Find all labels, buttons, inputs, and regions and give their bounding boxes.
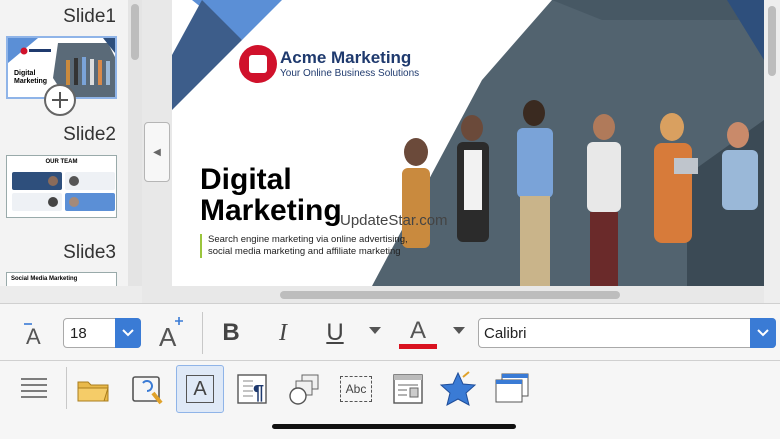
font-color-icon[interactable]: A	[398, 314, 438, 352]
brand-subtitle: Your Online Business Solutions	[280, 68, 420, 79]
formatting-toolbar: A 18 A B I U A Calibri	[0, 303, 780, 361]
font-color-dropdown-icon[interactable]	[450, 322, 468, 340]
plus-circle-icon[interactable]	[44, 84, 76, 116]
menu-lines-icon[interactable]	[10, 365, 58, 413]
font-name-value: Calibri	[484, 325, 527, 342]
underline-icon[interactable]: U	[318, 316, 352, 350]
brand-title: Acme Marketing	[280, 48, 412, 67]
spelling-label: Abc	[340, 376, 372, 402]
slide-thumbnail-1-title: Digital Marketing	[14, 70, 48, 85]
subtext-line-2: social media marketing and affiliate mar…	[208, 246, 401, 257]
text-box-icon[interactable]: A	[176, 365, 224, 413]
slide-label-1: Slide1	[63, 6, 116, 27]
paragraph-icon[interactable]: ¶	[228, 365, 276, 413]
svg-text:A: A	[159, 322, 177, 349]
watermark-text: UpdateStar.com	[340, 212, 448, 229]
font-name-dropdown-button[interactable]	[750, 318, 776, 348]
slide-thumbnail-3-title: Social Media Marketing	[11, 276, 78, 282]
svg-text:¶: ¶	[253, 382, 264, 404]
slide-panel: Slide1 Digital Marketing Slide2 OUR TEAM…	[0, 0, 128, 286]
slide-subtext[interactable]: Search engine marketing via online adver…	[200, 234, 410, 258]
slide-label-3: Slide3	[63, 242, 116, 263]
svg-text:A: A	[26, 324, 41, 348]
headline-line-1: Digital	[200, 163, 292, 196]
chevron-down-icon	[122, 329, 134, 337]
slide-thumbnail-2[interactable]: OUR TEAM	[6, 155, 117, 218]
chevron-left-icon: ◀	[153, 146, 161, 158]
slide-editor[interactable]: Acme Marketing Your Online Business Solu…	[172, 0, 764, 286]
slide-sorter-icon[interactable]	[488, 365, 536, 413]
slide-panel-scrollbar[interactable]	[128, 0, 142, 286]
format-paintbrush-icon[interactable]	[124, 365, 172, 413]
slide-thumbnail-2-preview	[12, 172, 115, 211]
star-effects-icon[interactable]	[434, 365, 482, 413]
subtext-line-1: Search engine marketing via online adver…	[208, 234, 408, 245]
bold-icon[interactable]: B	[214, 316, 248, 350]
font-name-field[interactable]: Calibri	[478, 318, 776, 348]
slide-headline[interactable]: Digital Marketing	[200, 164, 342, 226]
open-folder-icon[interactable]	[70, 365, 118, 413]
decrease-font-icon[interactable]: A	[20, 316, 52, 350]
slide-canvas: Acme Marketing Your Online Business Solu…	[142, 0, 780, 303]
spelling-icon[interactable]: Abc	[332, 365, 380, 413]
headline-line-2: Marketing	[200, 194, 342, 227]
shapes-icon[interactable]	[280, 365, 328, 413]
collapse-panel-button[interactable]: ◀	[144, 122, 170, 182]
underline-dropdown-icon[interactable]	[366, 322, 384, 340]
font-color-letter: A	[409, 316, 426, 344]
presentation-app: Slide1 Digital Marketing Slide2 OUR TEAM…	[0, 0, 780, 439]
italic-icon[interactable]: I	[266, 316, 300, 350]
font-size-value: 18	[70, 325, 87, 342]
home-indicator[interactable]	[272, 424, 516, 429]
chevron-down-icon	[757, 329, 769, 337]
slide-thumbnail-3[interactable]: Social Media Marketing	[6, 272, 117, 286]
increase-font-icon[interactable]: A	[156, 314, 188, 350]
page-layout-icon[interactable]	[384, 365, 432, 413]
vertical-scrollbar[interactable]	[764, 0, 780, 303]
slide-thumbnail-2-title: OUR TEAM	[45, 159, 78, 165]
font-size-field[interactable]: 18	[63, 318, 141, 348]
horizontal-scrollbar[interactable]	[280, 291, 620, 299]
text-box-letter: A	[186, 375, 214, 403]
font-size-dropdown-button[interactable]	[115, 318, 141, 348]
slide-label-2: Slide2	[63, 124, 116, 145]
